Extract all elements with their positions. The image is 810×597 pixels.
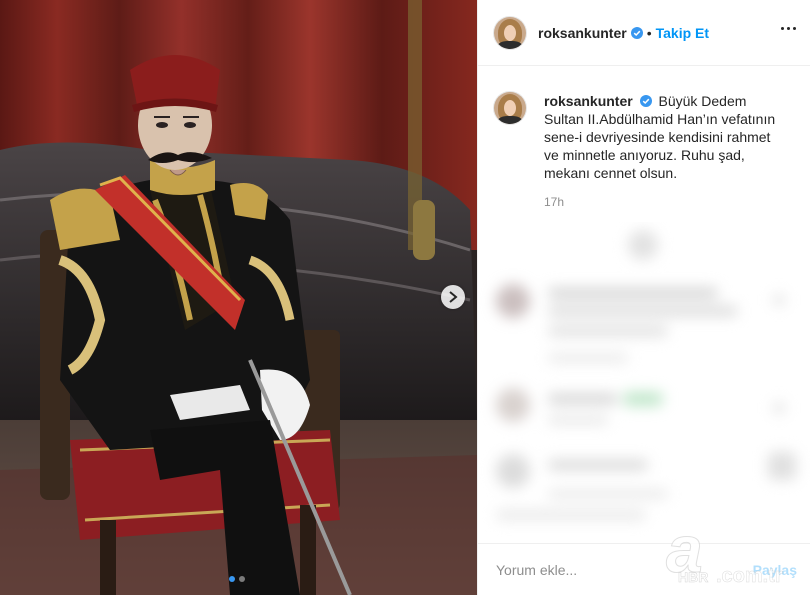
comment-input[interactable] [494,560,728,579]
post-timestamp[interactable]: 17h [544,193,784,211]
follow-button[interactable]: Takip Et [656,25,709,41]
post-header: roksankunter • Takip Et [478,0,810,66]
post-media[interactable] [0,0,477,595]
carousel-dot [239,576,245,582]
caption-body: roksankunter Büyük Dedem Sultan II.Abdül… [544,92,784,211]
chevron-right-icon [449,291,458,303]
comments-list-blurred [478,222,810,542]
username-link[interactable]: roksankunter [538,25,627,41]
carousel-indicator [229,576,245,582]
carousel-dot-active [229,576,235,582]
verified-badge-icon [630,26,643,39]
caption-avatar[interactable] [494,92,526,124]
post-photo [0,0,477,595]
post-comment-button[interactable]: Paylaş [753,562,797,578]
separator-dot: • [646,24,652,41]
post-caption: roksankunter Büyük Dedem Sultan II.Abdül… [478,66,810,211]
avatar[interactable] [494,16,526,49]
verified-badge-icon [639,95,652,107]
add-comment-bar: Paylaş [478,543,810,595]
caption-username-link[interactable]: roksankunter [544,93,633,109]
more-options-icon[interactable] [781,27,796,30]
post-details-panel: roksankunter • Takip Et roksankunter Büy… [477,0,810,595]
next-slide-button[interactable] [441,285,465,309]
